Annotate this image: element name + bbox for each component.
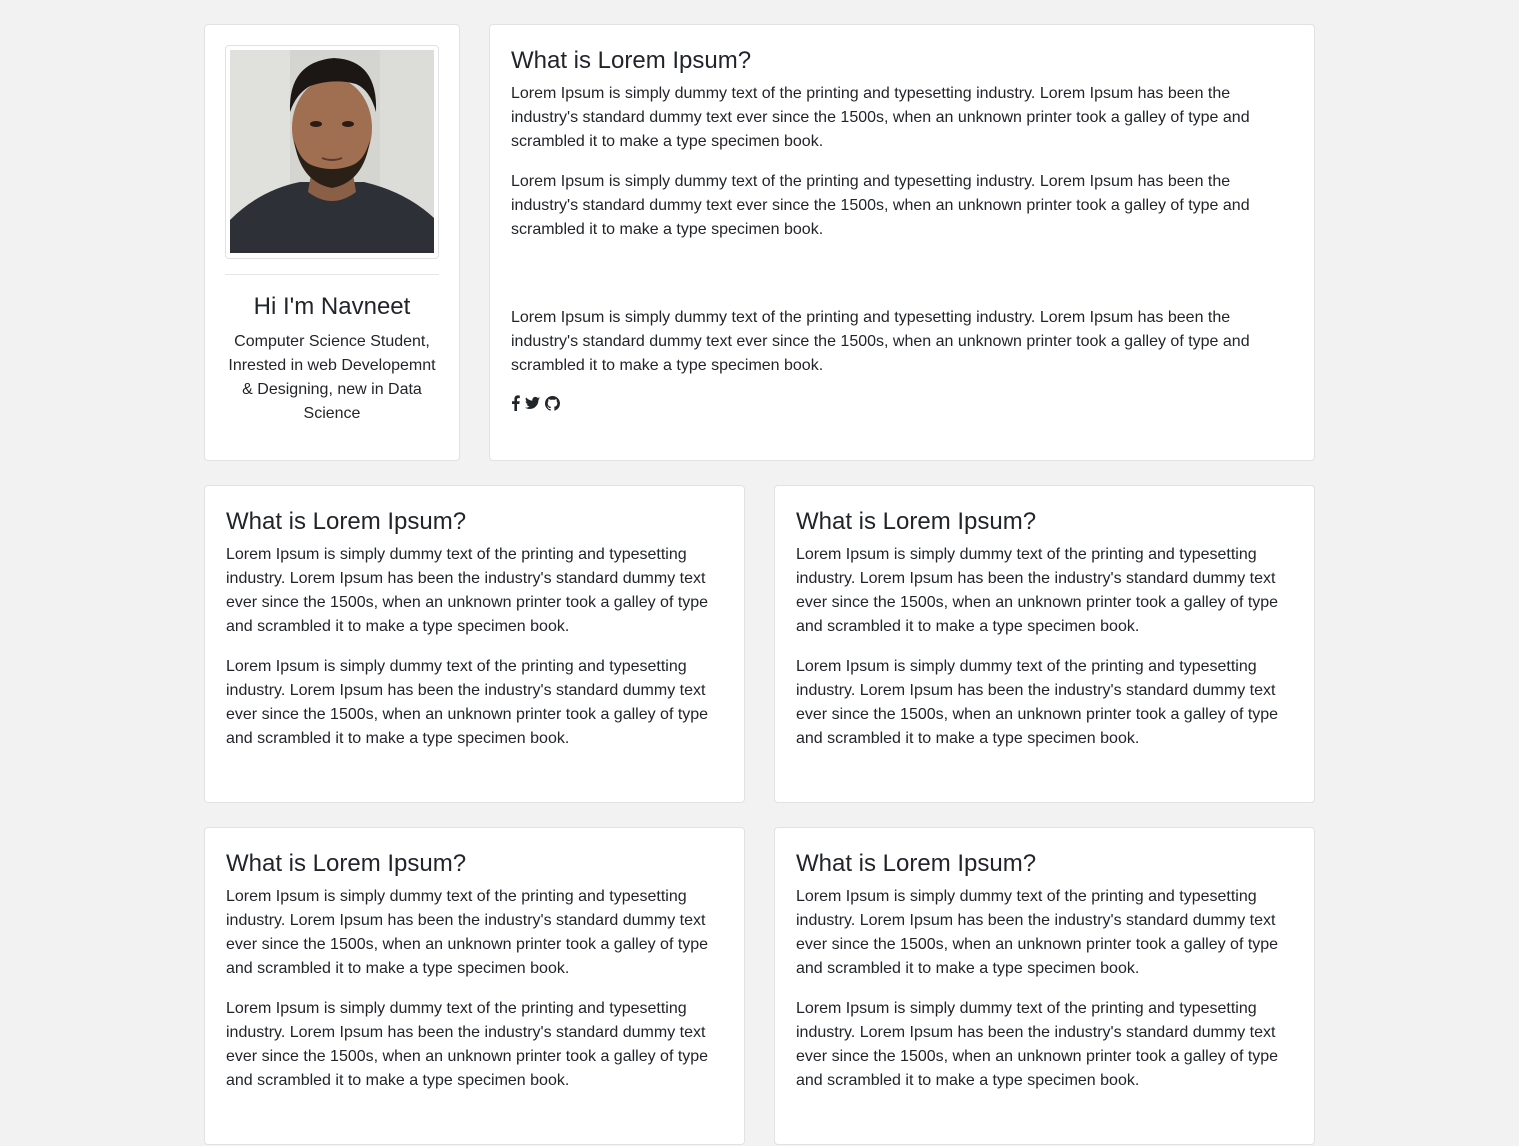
card-paragraph: Lorem Ipsum is simply dummy text of the … [226, 658, 709, 747]
card-title: What is Lorem Ipsum? [796, 508, 1037, 535]
info-card: What is Lorem Ipsum? Lorem Ipsum is simp… [204, 485, 745, 803]
card-title: What is Lorem Ipsum? [226, 508, 467, 535]
social-links [511, 394, 1294, 412]
profile-divider [225, 274, 439, 275]
profile-card: Hi I'm Navneet Computer Science Student,… [204, 24, 460, 461]
card-title: What is Lorem Ipsum? [796, 850, 1037, 877]
facebook-icon[interactable] [511, 395, 520, 411]
card-paragraph: Lorem Ipsum is simply dummy text of the … [226, 546, 709, 635]
profile-photo-image [230, 50, 434, 253]
card-title: What is Lorem Ipsum? [226, 850, 467, 877]
profile-photo [225, 45, 439, 259]
github-icon[interactable] [545, 395, 560, 411]
info-card: What is Lorem Ipsum? Lorem Ipsum is simp… [774, 485, 1315, 803]
info-card: What is Lorem Ipsum? Lorem Ipsum is simp… [774, 827, 1315, 1145]
card-paragraph: Lorem Ipsum is simply dummy text of the … [226, 888, 709, 977]
intro-title: What is Lorem Ipsum? [511, 47, 752, 74]
intro-paragraph: Lorem Ipsum is simply dummy text of the … [511, 85, 1250, 150]
intro-card: What is Lorem Ipsum? Lorem Ipsum is simp… [489, 24, 1315, 461]
card-paragraph: Lorem Ipsum is simply dummy text of the … [226, 1000, 709, 1089]
info-card: What is Lorem Ipsum? Lorem Ipsum is simp… [204, 827, 745, 1145]
card-paragraph: Lorem Ipsum is simply dummy text of the … [796, 658, 1279, 747]
intro-paragraph: Lorem Ipsum is simply dummy text of the … [511, 309, 1250, 374]
intro-paragraph: Lorem Ipsum is simply dummy text of the … [511, 173, 1250, 238]
card-paragraph: Lorem Ipsum is simply dummy text of the … [796, 546, 1279, 635]
card-paragraph: Lorem Ipsum is simply dummy text of the … [796, 888, 1279, 977]
profile-name: Hi I'm Navneet [253, 293, 411, 320]
profile-bio: Computer Science Student, Inrested in we… [228, 333, 436, 422]
card-paragraph: Lorem Ipsum is simply dummy text of the … [796, 1000, 1279, 1089]
twitter-icon[interactable] [525, 396, 540, 410]
